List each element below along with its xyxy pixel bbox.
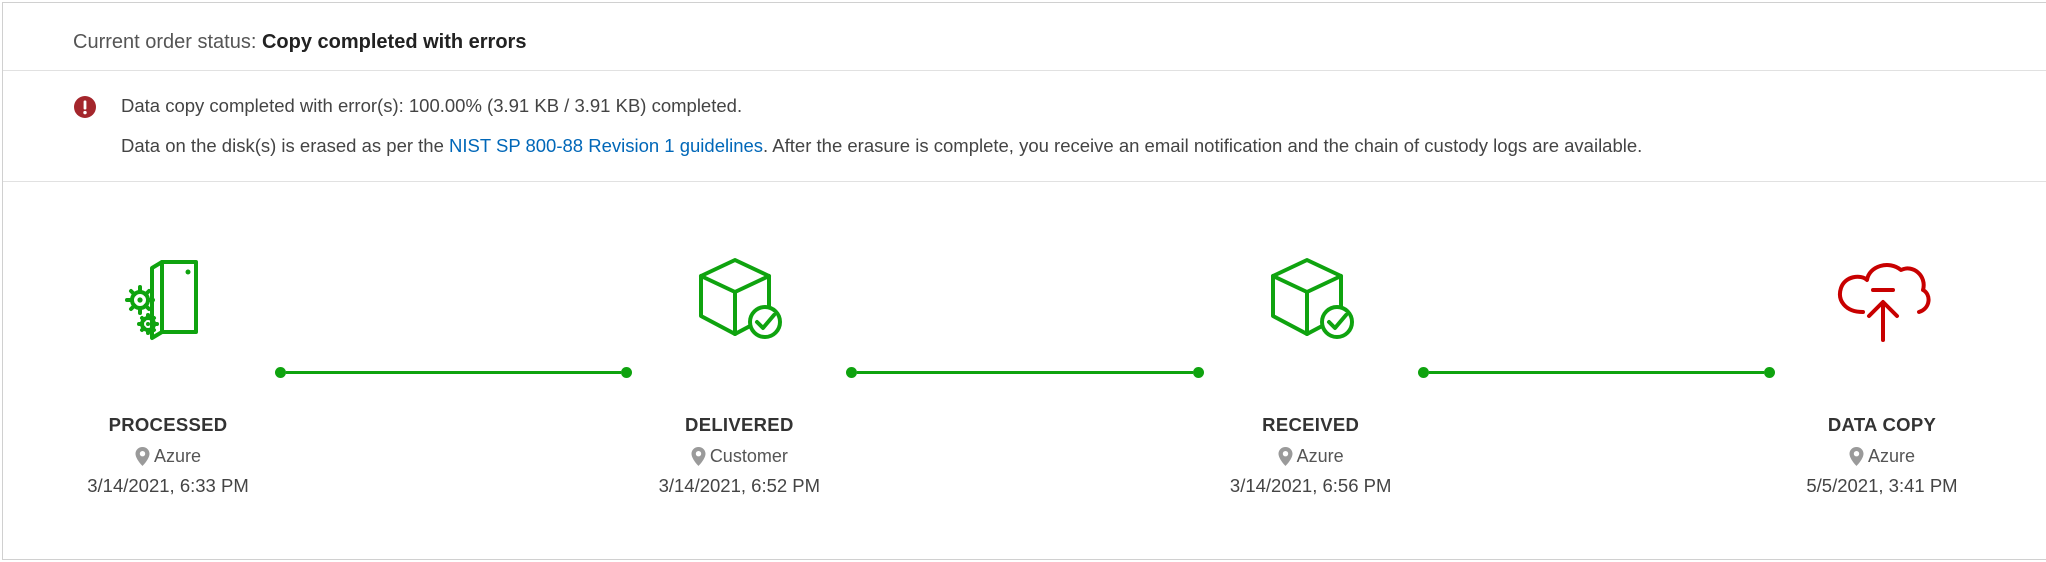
step-timestamp: 5/5/2021, 3:41 PM	[1806, 475, 1957, 497]
copy-status-message: Data copy completed with error(s): 100.0…	[121, 95, 1642, 117]
step-timestamp: 3/14/2021, 6:56 PM	[1230, 475, 1391, 497]
connector-dot-icon	[1418, 367, 1429, 378]
timeline-connector	[275, 371, 632, 375]
step-location: Azure	[135, 446, 201, 467]
order-status-panel: Current order status: Copy completed wit…	[2, 2, 2046, 560]
connector-line-icon	[286, 371, 621, 374]
order-timeline: PROCESSED Azure 3/14/2021, 6:33 PM	[3, 182, 2046, 527]
step-location-text: Azure	[154, 446, 201, 467]
location-pin-icon	[1849, 447, 1864, 467]
step-delivered: DELIVERED Customer 3/14/2021, 6:52 PM	[644, 252, 834, 497]
processed-icon	[118, 252, 218, 352]
step-location: Customer	[691, 446, 788, 467]
connector-dot-icon	[621, 367, 632, 378]
received-icon	[1261, 252, 1361, 352]
step-location-text: Customer	[710, 446, 788, 467]
message-block: Data copy completed with error(s): 100.0…	[3, 71, 2046, 182]
nist-guidelines-link[interactable]: NIST SP 800-88 Revision 1 guidelines	[449, 135, 763, 156]
erasure-prefix: Data on the disk(s) is erased as per the	[121, 135, 449, 156]
erasure-suffix: . After the erasure is complete, you rec…	[763, 135, 1642, 156]
status-value: Copy completed with errors	[262, 31, 527, 53]
error-icon	[73, 95, 97, 124]
step-data-copy: DATA COPY Azure 5/5/2021, 3:41 PM	[1787, 252, 1977, 497]
delivered-icon	[689, 252, 789, 352]
connector-line-icon	[857, 371, 1192, 374]
step-label: RECEIVED	[1262, 414, 1359, 436]
step-received: RECEIVED Azure 3/14/2021, 6:56 PM	[1216, 252, 1406, 497]
step-timestamp: 3/14/2021, 6:52 PM	[659, 475, 820, 497]
connector-dot-icon	[275, 367, 286, 378]
step-location: Azure	[1278, 446, 1344, 467]
status-prefix: Current order status:	[73, 31, 262, 53]
connector-dot-icon	[1764, 367, 1775, 378]
step-location: Azure	[1849, 446, 1915, 467]
step-label: PROCESSED	[109, 414, 228, 436]
status-header: Current order status: Copy completed wit…	[3, 3, 2046, 71]
step-label: DELIVERED	[685, 414, 794, 436]
location-pin-icon	[135, 447, 150, 467]
message-lines: Data copy completed with error(s): 100.0…	[121, 95, 1642, 157]
data-copy-icon	[1827, 252, 1937, 352]
location-pin-icon	[1278, 447, 1293, 467]
connector-dot-icon	[1193, 367, 1204, 378]
step-location-text: Azure	[1297, 446, 1344, 467]
location-pin-icon	[691, 447, 706, 467]
timeline-connector	[1418, 371, 1775, 375]
connector-dot-icon	[846, 367, 857, 378]
erasure-message: Data on the disk(s) is erased as per the…	[121, 135, 1642, 157]
timeline-connector	[846, 371, 1203, 375]
step-label: DATA COPY	[1828, 414, 1936, 436]
connector-line-icon	[1429, 371, 1764, 374]
step-location-text: Azure	[1868, 446, 1915, 467]
step-timestamp: 3/14/2021, 6:33 PM	[87, 475, 248, 497]
step-processed: PROCESSED Azure 3/14/2021, 6:33 PM	[73, 252, 263, 497]
